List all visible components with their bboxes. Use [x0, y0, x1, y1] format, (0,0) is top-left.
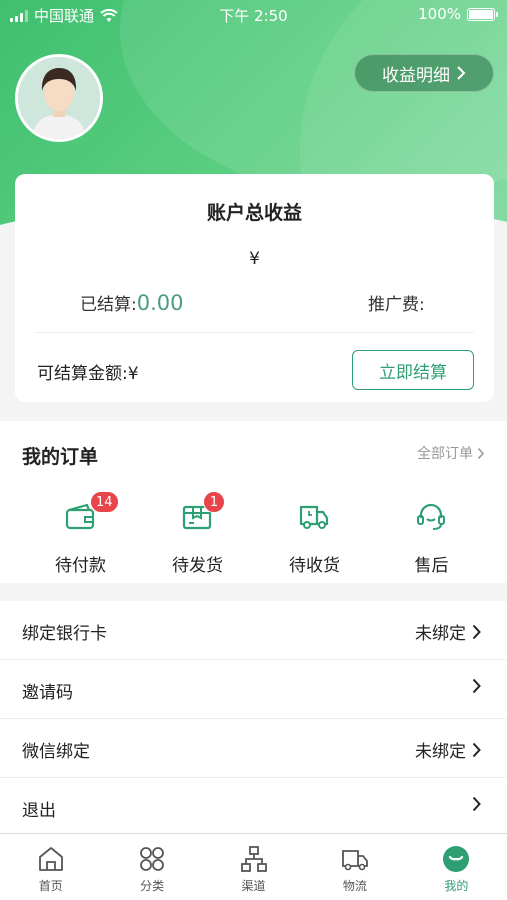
divider: [35, 332, 474, 333]
pending-payment-badge: 14: [90, 491, 119, 513]
avatar[interactable]: [15, 54, 103, 142]
tab-category[interactable]: 分类: [101, 834, 202, 900]
income-card: 账户总收益 ¥ 已结算:0.00 推广费: 可结算金额:¥ 立即结算: [15, 174, 494, 402]
my-orders-section: 我的订单 全部订单 14 待付款 1 待发货 待收货 售后: [0, 421, 507, 583]
category-icon: [140, 847, 165, 871]
order-pending-payment[interactable]: 14 待付款: [22, 491, 139, 576]
pending-shipment-badge: 1: [203, 491, 225, 513]
tab-channel[interactable]: 渠道: [203, 834, 304, 900]
channel-icon: [240, 846, 267, 872]
income-card-title: 账户总收益: [206, 202, 302, 224]
tab-label: 首页: [38, 879, 63, 893]
tab-label: 我的: [444, 879, 469, 893]
chevron-right-icon: [472, 624, 481, 639]
promotion-fee-label: 推广费:: [368, 295, 425, 315]
tab-profile[interactable]: 我的: [406, 834, 507, 900]
row-label: 微信绑定: [22, 742, 90, 762]
delivery-truck-icon: [299, 505, 329, 529]
invite-code-row[interactable]: 邀请码: [0, 660, 507, 719]
my-orders-title: 我的订单: [22, 446, 99, 468]
bottom-tab-bar: 首页 分类 渠道 物流 我的: [0, 833, 507, 900]
order-item-label: 待收货: [289, 556, 340, 576]
logout-row[interactable]: 退出: [0, 778, 507, 837]
logistics-icon: [342, 850, 368, 871]
tab-label: 分类: [140, 879, 165, 893]
settled-amount: 已结算:0.00: [80, 290, 184, 315]
all-orders-link[interactable]: 全部订单: [417, 443, 485, 463]
chevron-right-icon: [472, 796, 481, 812]
total-income-value: ¥: [249, 249, 260, 269]
battery-icon: [467, 7, 498, 21]
user-avatar-icon: [18, 57, 100, 139]
tab-logistics[interactable]: 物流: [304, 834, 405, 900]
home-icon: [38, 847, 63, 871]
order-pending-shipment[interactable]: 1 待发货: [139, 491, 256, 576]
status-bar: 中国联通 下午 2:50 100%: [0, 0, 507, 30]
row-label: 邀请码: [22, 683, 73, 703]
row-value: 未绑定: [415, 742, 466, 762]
row-label: 退出: [22, 801, 56, 821]
settled-value: 0.00: [136, 291, 184, 315]
order-item-label: 售后: [414, 556, 449, 576]
wechat-binding-row[interactable]: 微信绑定 未绑定: [0, 719, 507, 778]
all-orders-label: 全部订单: [417, 446, 473, 462]
order-after-sales[interactable]: 售后: [373, 495, 490, 576]
income-detail-button[interactable]: 收益明细: [354, 54, 494, 92]
order-item-label: 待发货: [172, 556, 223, 576]
tab-label: 物流: [342, 879, 367, 893]
settled-label: 已结算:: [80, 295, 137, 315]
headset-icon: [417, 503, 445, 530]
chevron-right-icon: [477, 447, 485, 459]
battery-percent: 100%: [418, 5, 461, 23]
order-pending-receipt[interactable]: 待收货: [256, 495, 373, 576]
settings-list: 绑定银行卡 未绑定 邀请码 微信绑定 未绑定 退出: [0, 601, 507, 837]
chevron-right-icon: [472, 678, 481, 694]
chevron-right-icon: [472, 742, 481, 757]
row-value: 未绑定: [415, 624, 466, 644]
bind-bank-card-row[interactable]: 绑定银行卡 未绑定: [0, 601, 507, 660]
row-label: 绑定银行卡: [22, 624, 107, 644]
order-item-label: 待付款: [55, 556, 106, 576]
tab-home[interactable]: 首页: [0, 834, 101, 900]
available-amount-label: 可结算金额:¥: [37, 364, 139, 384]
tab-label: 渠道: [241, 879, 266, 893]
settle-now-button[interactable]: 立即结算: [352, 350, 474, 390]
income-detail-label: 收益明细: [382, 65, 450, 86]
profile-icon: [443, 846, 470, 872]
chevron-right-icon: [457, 66, 466, 80]
